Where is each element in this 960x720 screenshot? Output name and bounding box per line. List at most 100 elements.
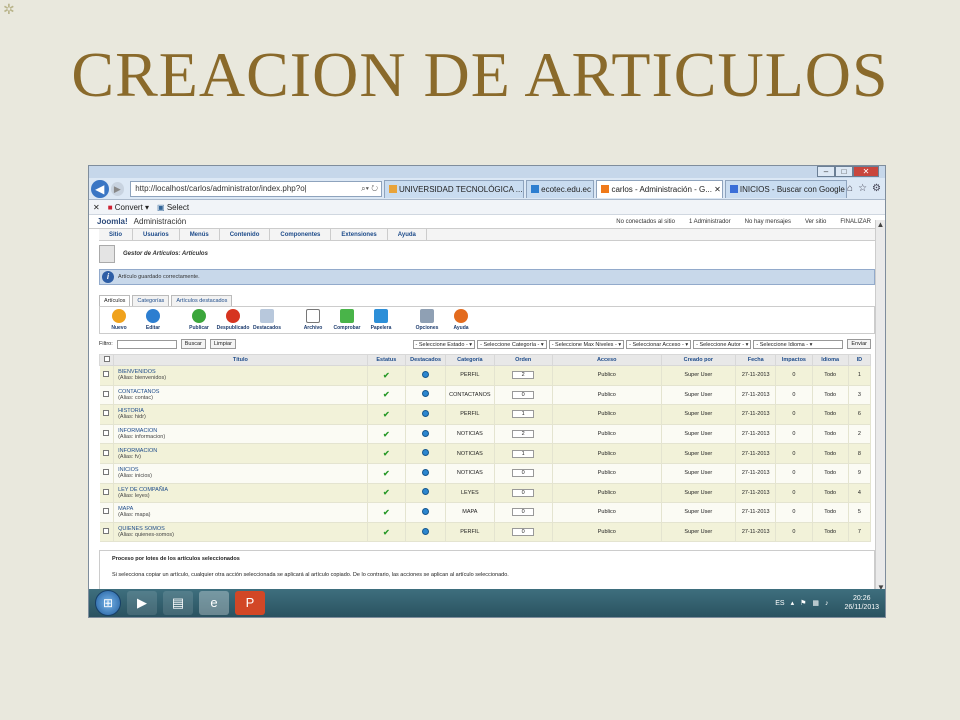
menu-menus[interactable]: Menús [180, 229, 220, 240]
featured-toggle[interactable] [405, 385, 447, 406]
maximize-button[interactable]: □ [835, 166, 853, 177]
forward-button[interactable]: ▶ [110, 181, 125, 196]
order-input[interactable]: 0 [512, 390, 535, 399]
col-language[interactable]: Idioma [811, 354, 849, 366]
messages-status[interactable]: No hay mensajes [745, 219, 791, 225]
page-scrollbar[interactable]: ▲ ▼ [875, 220, 885, 592]
new-button[interactable]: Nuevo [104, 309, 134, 331]
checkin-button[interactable]: Comprobar [332, 309, 362, 331]
author-cell[interactable]: Super User [661, 385, 737, 406]
menu-ayuda[interactable]: Ayuda [388, 229, 427, 240]
start-button[interactable]: ⊞ [95, 590, 121, 616]
language-select[interactable]: - Seleccione Idioma - ▾ [753, 339, 844, 349]
unpublish-button[interactable]: Despublicado [217, 309, 249, 331]
tab-carlos-admin[interactable]: carlos - Administración - G... ✕ [596, 179, 723, 198]
status-toggle[interactable]: ✔ [367, 424, 406, 445]
tab-google-search[interactable]: INICIOS - Buscar con Google [724, 179, 848, 198]
row-checkbox[interactable] [99, 483, 115, 504]
col-featured[interactable]: Destacados [404, 354, 447, 366]
order-input[interactable]: 1 [512, 410, 535, 419]
trash-button[interactable]: Papelera [366, 309, 396, 331]
status-toggle[interactable]: ✔ [367, 365, 406, 386]
col-status[interactable]: Estatus [366, 354, 406, 366]
featured-toggle[interactable] [405, 443, 447, 464]
menu-usuarios[interactable]: Usuarios [133, 229, 180, 240]
admins-status[interactable]: 1 Administrador [689, 219, 731, 225]
tab-destacados[interactable]: Artículos destacados [171, 295, 233, 306]
col-hits[interactable]: Impactos [775, 354, 813, 366]
favorites-star-icon[interactable]: ☆ [858, 183, 867, 194]
menu-sitio[interactable]: Sitio [99, 229, 133, 240]
featured-toggle[interactable] [405, 522, 447, 543]
order-input[interactable]: 2 [512, 371, 535, 380]
logout-link[interactable]: FINALIZAR [840, 219, 871, 225]
options-button[interactable]: Opciones [412, 309, 442, 331]
featured-toggle[interactable] [405, 463, 447, 484]
menu-componentes[interactable]: Componentes [270, 229, 332, 240]
help-button[interactable]: Ayuda [446, 309, 476, 331]
close-tab-icon[interactable]: ✕ [93, 200, 100, 214]
max-levels-select[interactable]: - Seleccione Max Niveles - ▾ [548, 339, 625, 349]
home-icon[interactable]: ⌂ [847, 183, 853, 194]
order-input[interactable]: 0 [512, 508, 535, 517]
featured-toggle[interactable] [405, 502, 447, 523]
row-checkbox[interactable] [99, 443, 115, 464]
tab-ecotec[interactable]: ecotec.edu.ec [526, 179, 595, 198]
col-title[interactable]: Título [113, 354, 368, 366]
select-button[interactable]: ▣ Select [157, 200, 189, 214]
convert-button[interactable]: ■ Convert ▾ [108, 200, 149, 214]
author-cell[interactable]: Super User [661, 522, 737, 543]
order-input[interactable]: 0 [512, 528, 535, 537]
status-toggle[interactable]: ✔ [367, 443, 406, 464]
category-select[interactable]: - Seleccione Categoría - ▾ [477, 339, 547, 349]
network-icon[interactable]: ▦ [812, 599, 819, 607]
tab-articulos[interactable]: Artículos [99, 295, 131, 306]
select-all-checkbox[interactable] [98, 354, 115, 366]
status-toggle[interactable]: ✔ [367, 522, 406, 543]
media-player-icon[interactable]: ▶ [127, 591, 157, 615]
menu-contenido[interactable]: Contenido [220, 229, 271, 240]
row-checkbox[interactable] [99, 463, 115, 484]
send-button[interactable]: Enviar [847, 339, 871, 349]
author-cell[interactable]: Super User [661, 365, 737, 386]
status-select[interactable]: - Seleccione Estado - ▾ [412, 339, 476, 349]
archive-button[interactable]: Archivo [298, 309, 328, 331]
col-access[interactable]: Acceso [551, 354, 662, 366]
row-checkbox[interactable] [99, 424, 115, 445]
view-site-link[interactable]: Ver sitio [805, 219, 826, 225]
flag-icon[interactable]: ⚑ [800, 599, 806, 607]
search-button[interactable]: Buscar [180, 339, 206, 349]
author-cell[interactable]: Super User [661, 502, 737, 523]
row-checkbox[interactable] [99, 502, 115, 523]
row-checkbox[interactable] [99, 404, 115, 425]
close-button[interactable]: ✕ [853, 166, 879, 177]
row-checkbox[interactable] [99, 522, 115, 543]
author-select[interactable]: - Seleccione Autor - ▾ [693, 339, 752, 349]
back-button[interactable]: ◀ [91, 179, 109, 198]
status-toggle[interactable]: ✔ [367, 463, 406, 484]
author-cell[interactable]: Super User [661, 404, 737, 425]
clock[interactable]: 20:26 26/11/2013 [844, 594, 879, 612]
col-author[interactable]: Creado por [660, 354, 737, 366]
author-cell[interactable]: Super User [661, 424, 737, 445]
edit-button[interactable]: Editar [138, 309, 168, 331]
scroll-up-icon[interactable]: ▲ [876, 220, 885, 229]
featured-button[interactable]: Destacados [252, 309, 282, 331]
language-indicator[interactable]: ES [775, 600, 784, 607]
status-toggle[interactable]: ✔ [367, 483, 406, 504]
not-connected-status[interactable]: No conectados al sitio [616, 219, 675, 225]
order-input[interactable]: 2 [512, 430, 535, 439]
col-id[interactable]: ID [847, 354, 872, 366]
tab-utec[interactable]: UNIVERSIDAD TECNOLÓGICA ... [383, 179, 525, 198]
status-toggle[interactable]: ✔ [367, 385, 406, 406]
order-input[interactable]: 1 [512, 449, 535, 458]
col-date[interactable]: Fecha [735, 354, 777, 366]
author-cell[interactable]: Super User [661, 463, 737, 484]
publish-button[interactable]: Publicar [184, 309, 214, 331]
menu-extensiones[interactable]: Extensiones [331, 229, 388, 240]
refresh-icon[interactable]: ⌕▾ ↻ [361, 182, 381, 196]
featured-toggle[interactable] [405, 424, 447, 445]
filter-search-input[interactable] [116, 339, 177, 349]
minimize-button[interactable]: – [817, 166, 835, 177]
col-category[interactable]: Categoría [445, 354, 495, 366]
